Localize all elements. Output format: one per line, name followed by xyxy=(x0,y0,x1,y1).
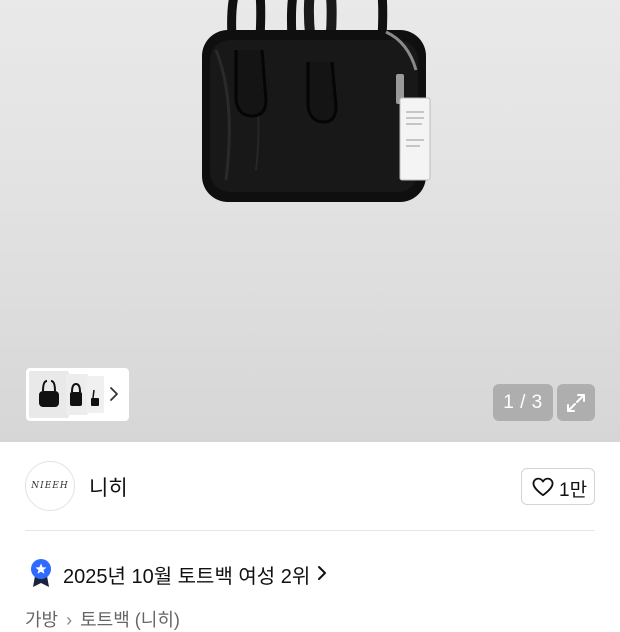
bag-side-thumbnail[interactable] xyxy=(66,374,88,415)
chevron-right-icon[interactable] xyxy=(108,385,120,403)
brand-row: NIEEH 니히 1만 xyxy=(0,442,620,530)
heart-icon xyxy=(532,477,554,497)
thumbnail-strip[interactable] xyxy=(26,368,129,421)
breadcrumb-item-tote[interactable]: 토트백 (니히) xyxy=(80,610,180,630)
expand-button[interactable] xyxy=(557,384,595,421)
chevron-right-icon[interactable] xyxy=(316,565,328,581)
product-image-gallery[interactable]: 1 / 3 xyxy=(0,0,620,442)
divider xyxy=(25,530,595,531)
bag-small-thumbnail[interactable] xyxy=(86,376,104,413)
expand-icon xyxy=(567,394,585,412)
ranking-badge-icon xyxy=(31,559,51,587)
like-count: 1만 xyxy=(559,480,588,501)
ranking-text[interactable]: 2025년 10월 토트백 여성 2위 xyxy=(63,560,310,589)
breadcrumb-separator: › xyxy=(66,610,73,630)
breadcrumb: 가방 › 토트백 (니히) xyxy=(25,606,180,632)
ranking-row[interactable]: 2025년 10월 토트백 여성 2위 xyxy=(0,552,620,592)
brand-logo[interactable]: NIEEH xyxy=(25,461,75,511)
bag-front-thumbnail[interactable] xyxy=(29,371,69,418)
brand-name[interactable]: 니히 xyxy=(89,472,128,502)
product-image xyxy=(202,0,431,202)
like-button[interactable]: 1만 xyxy=(521,468,595,505)
breadcrumb-item-bag[interactable]: 가방 xyxy=(25,610,58,630)
image-counter: 1 / 3 xyxy=(493,384,553,421)
